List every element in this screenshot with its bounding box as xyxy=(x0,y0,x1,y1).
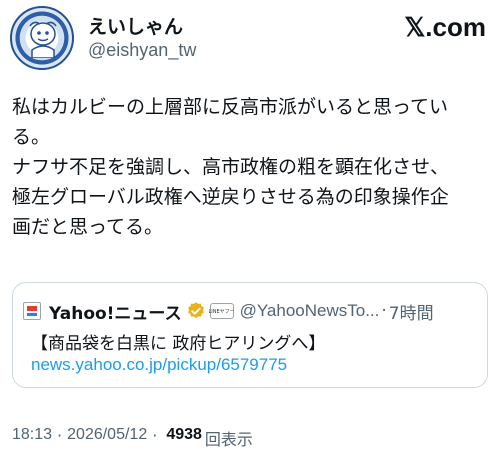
quoted-source-name: Yahoo!ニュース xyxy=(49,303,182,324)
quoted-tweet-card[interactable]: Yahoo!ニュース LINEヤフー @YahooNewsTo... · 7時間… xyxy=(12,282,488,388)
meta-separator: · xyxy=(57,426,63,445)
quoted-link[interactable]: news.yahoo.co.jp/pickup/6579775 xyxy=(31,355,287,375)
brand-logo: 𝕏.com xyxy=(404,12,486,42)
avatar[interactable] xyxy=(10,6,74,70)
meta-separator-2: · xyxy=(152,426,158,445)
tweet-header: えいしゃん @eishyan_tw 𝕏.com xyxy=(10,6,490,76)
quoted-time-ago: 7時間 xyxy=(388,303,434,324)
views-label: 回表示 xyxy=(204,430,253,449)
avatar-illustration-icon xyxy=(29,21,57,58)
quoted-handle: @YahooNewsTo... xyxy=(239,301,380,320)
tweet-text: 私はカルビーの上層部に反高市派がいると思ってい る。 ナフサ不足を強調し、高市政… xyxy=(12,96,450,238)
tweet-date[interactable]: 2026/05/12 xyxy=(67,426,147,450)
views-count: 4938 xyxy=(166,426,202,443)
tweet-time[interactable]: 18:13 xyxy=(12,426,52,450)
quoted-tweet-header: Yahoo!ニュース LINEヤフー @YahooNewsTo... · 7時間 xyxy=(23,299,434,324)
tweet-meta: 18:13 · 2026/05/12 · 4938 回表示 xyxy=(12,426,253,450)
gold-verified-badge-icon xyxy=(187,302,204,319)
author-handle[interactable]: @eishyan_tw xyxy=(88,40,196,61)
yahoo-news-icon xyxy=(23,302,41,320)
quoted-headline: 【商品袋を白黒に 政府ヒアリングへ】 xyxy=(31,334,326,354)
author-display-name[interactable]: えいしゃん xyxy=(88,12,183,39)
quoted-separator: · xyxy=(381,301,387,321)
affiliate-badge: LINEヤフー xyxy=(209,303,235,319)
